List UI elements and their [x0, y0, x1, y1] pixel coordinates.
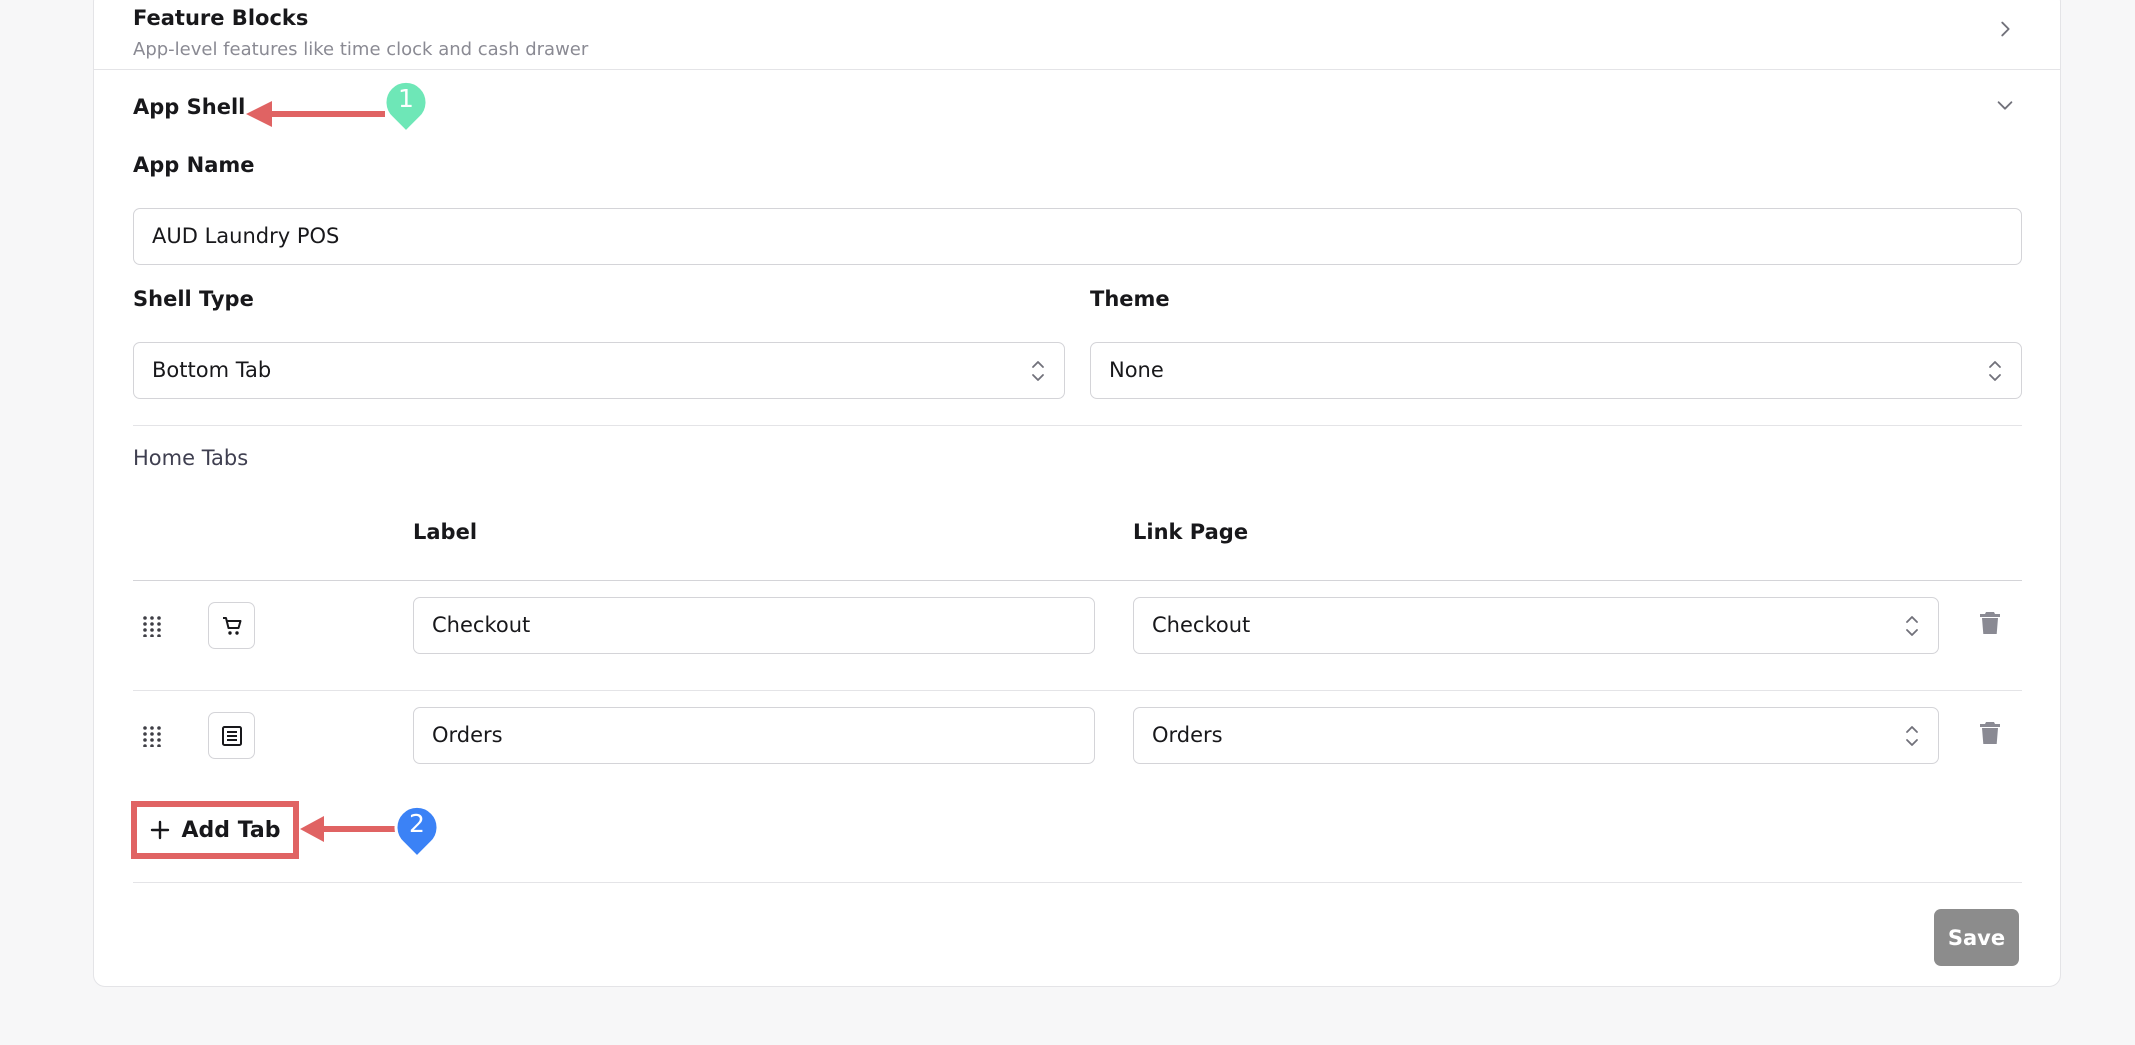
- shell-type-select[interactable]: Bottom Tab: [133, 342, 1065, 399]
- plus-icon: [150, 820, 169, 840]
- marker-2-number: 2: [409, 809, 425, 838]
- feature-blocks-subtitle: App-level features like time clock and c…: [133, 39, 589, 60]
- chevron-right-icon[interactable]: [1994, 18, 2016, 40]
- settings-card: Feature Blocks App-level features like t…: [93, 0, 2061, 987]
- theme-value: None: [1109, 358, 1164, 382]
- annotation-marker-2: 2: [393, 803, 441, 860]
- shell-type-label: Shell Type: [133, 287, 254, 311]
- row-divider: [133, 690, 2022, 691]
- add-tab-label: Add Tab: [181, 817, 281, 843]
- trash-icon[interactable]: [1980, 721, 2000, 745]
- marker-1-number: 1: [398, 84, 414, 113]
- col-header-label: Label: [413, 520, 478, 544]
- footer-divider: [133, 882, 2022, 883]
- drag-handle-icon[interactable]: [142, 615, 162, 637]
- trash-icon[interactable]: [1980, 611, 2000, 635]
- chevron-down-icon[interactable]: [1994, 94, 2016, 116]
- theme-label: Theme: [1090, 287, 1170, 311]
- select-arrows-icon: [1989, 361, 2001, 381]
- shell-type-value: Bottom Tab: [152, 358, 272, 382]
- add-tab-button[interactable]: Add Tab: [131, 801, 299, 859]
- app-name-label: App Name: [133, 153, 255, 177]
- cart-icon: [222, 616, 241, 635]
- divider: [133, 425, 2022, 426]
- drag-handle-icon[interactable]: [142, 725, 162, 747]
- tab-icon-picker[interactable]: [208, 602, 255, 649]
- home-tabs-label: Home Tabs: [133, 446, 249, 470]
- feature-blocks-title: Feature Blocks: [133, 6, 309, 30]
- tab-label-input[interactable]: Checkout: [413, 597, 1095, 654]
- select-arrows-icon: [1032, 361, 1044, 381]
- save-button[interactable]: Save: [1934, 909, 2019, 966]
- list-icon: [221, 725, 242, 746]
- tab-link-value: Checkout: [1152, 613, 1251, 637]
- annotation-marker-1: 1: [382, 78, 430, 135]
- select-arrows-icon: [1906, 726, 1918, 746]
- tab-label-input[interactable]: Orders: [413, 707, 1095, 764]
- tab-link-select[interactable]: Checkout: [1133, 597, 1939, 654]
- app-shell-title[interactable]: App Shell: [133, 95, 245, 119]
- select-arrows-icon: [1906, 616, 1918, 636]
- feature-blocks-row[interactable]: Feature Blocks App-level features like t…: [94, 1, 2060, 70]
- tab-link-select[interactable]: Orders: [1133, 707, 1939, 764]
- col-header-link-page: Link Page: [1133, 520, 1249, 544]
- theme-select[interactable]: None: [1090, 342, 2022, 399]
- tab-link-value: Orders: [1152, 723, 1223, 747]
- app-name-input[interactable]: AUD Laundry POS: [133, 208, 2022, 265]
- table-header-divider: [133, 580, 2022, 581]
- tab-icon-picker[interactable]: [208, 712, 255, 759]
